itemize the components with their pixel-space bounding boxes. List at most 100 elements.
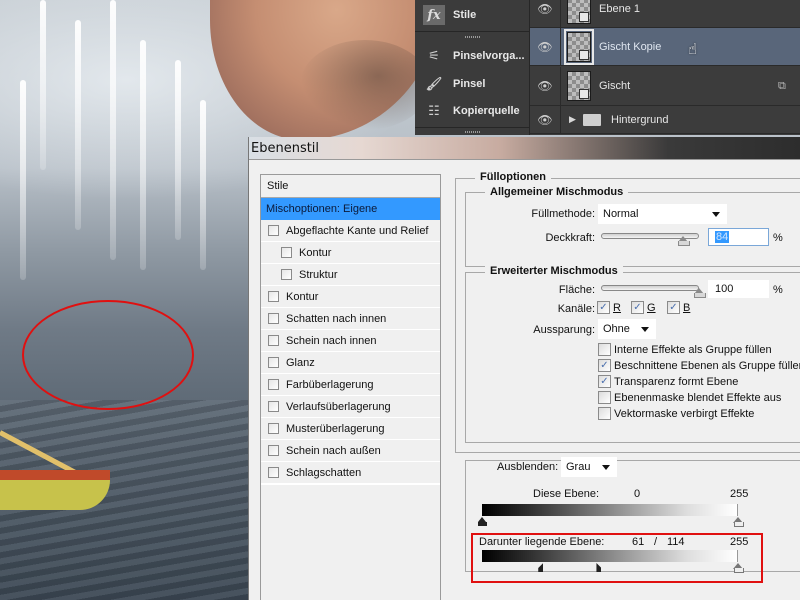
advanced-option-checkbox[interactable] <box>598 407 611 420</box>
dock-item-styles[interactable]: fx Stile <box>415 3 530 27</box>
style-checkbox[interactable] <box>281 247 292 258</box>
dialog-titlebar[interactable]: Ebenenstil <box>249 137 800 159</box>
advanced-option-label[interactable]: Vektormaske verbirgt Effekte <box>614 408 754 420</box>
style-item[interactable]: Musterüberlagerung <box>261 418 440 440</box>
boat <box>0 470 110 510</box>
style-item[interactable]: Kontur <box>261 286 440 308</box>
expand-triangle-icon[interactable]: ▶ <box>569 114 583 125</box>
style-checkbox[interactable] <box>268 335 279 346</box>
layer-row[interactable]: 👁 Gischt ⧉ <box>530 67 800 106</box>
advanced-option-label[interactable]: Beschnittene Ebenen als Gruppe füllen <box>614 360 800 372</box>
annotation-ellipse <box>22 300 194 410</box>
style-item-label: Farbüberlagerung <box>286 378 374 391</box>
advanced-blending-title: Erweiterter Mischmodus <box>485 265 623 277</box>
styles-list-header[interactable]: Stile <box>261 175 440 198</box>
style-item[interactable]: Verlaufsüberlagerung <box>261 396 440 418</box>
style-item-label: Abgeflachte Kante und Relief <box>286 224 429 237</box>
advanced-option-checkbox[interactable] <box>598 391 611 404</box>
this-layer-low: 0 <box>634 488 641 500</box>
layer-row[interactable]: 👁 Ebene 1 <box>530 0 800 28</box>
layer-name[interactable]: Gischt <box>599 80 778 92</box>
opacity-slider-thumb[interactable] <box>678 236 691 246</box>
style-checkbox[interactable] <box>268 445 279 456</box>
layer-style-dialog: Ebenenstil Stile Mischoptionen: Eigene A… <box>248 137 800 600</box>
eye-icon[interactable]: 👁 <box>530 113 560 127</box>
style-checkbox[interactable] <box>268 225 279 236</box>
style-item[interactable]: Farbüberlagerung <box>261 374 440 396</box>
style-checkbox[interactable] <box>268 357 279 368</box>
knockout-value: Ohne <box>603 323 630 335</box>
fill-input[interactable]: 100 <box>708 280 769 298</box>
water-spray <box>200 100 206 270</box>
dropdown-arrow-icon <box>602 465 610 470</box>
advanced-option-checkbox[interactable]: ✓ <box>598 375 611 388</box>
eye-icon[interactable]: 👁 <box>530 2 560 16</box>
folder-icon <box>583 113 601 126</box>
beard-shadow <box>300 40 430 130</box>
panel-grip[interactable] <box>465 131 481 133</box>
style-checkbox[interactable] <box>268 313 279 324</box>
channel-r-label[interactable]: R <box>613 302 621 314</box>
water-spray <box>20 80 26 280</box>
dock-item-brush-presets[interactable]: ⚟ Pinselvorga... <box>415 44 530 68</box>
channel-b-checkbox[interactable]: ✓ <box>667 301 680 314</box>
channel-g-label[interactable]: G <box>647 302 656 314</box>
style-checkbox[interactable] <box>268 467 279 478</box>
style-checkbox[interactable] <box>268 379 279 390</box>
layer-name[interactable]: Ebene 1 <box>599 3 800 15</box>
style-item-label: Verlaufsüberlagerung <box>286 400 391 413</box>
blend-if-label: Ausblenden: <box>493 461 558 473</box>
style-item-label: Kontur <box>286 290 319 303</box>
style-item[interactable]: Schein nach innen <box>261 330 440 352</box>
layer-thumbnail <box>564 28 594 65</box>
style-checkbox[interactable] <box>268 423 279 434</box>
fx-styles-icon: fx <box>423 5 445 25</box>
advanced-option-checkbox[interactable]: ✓ <box>598 359 611 372</box>
this-layer-black-slider[interactable] <box>478 517 487 526</box>
advanced-option-label[interactable]: Interne Effekte als Gruppe füllen <box>614 344 772 356</box>
dock-item-label: Kopierquelle <box>453 105 520 117</box>
style-checkbox[interactable] <box>268 291 279 302</box>
clone-source-icon: ☷ <box>428 103 440 118</box>
channel-r-checkbox[interactable]: ✓ <box>597 301 610 314</box>
style-item-blending-options[interactable]: Mischoptionen: Eigene <box>261 198 440 220</box>
style-checkbox[interactable] <box>268 401 279 412</box>
layer-thumbnail <box>567 0 591 24</box>
layer-name[interactable]: Hintergrund <box>611 114 800 126</box>
fill-slider-thumb[interactable] <box>694 288 706 298</box>
panel-grip[interactable] <box>465 36 481 38</box>
eye-icon[interactable]: 👁 <box>530 79 560 93</box>
dock-item-brush[interactable]: 🖌 Pinsel <box>415 72 530 96</box>
styles-header-label: Stile <box>267 180 289 192</box>
advanced-option-label[interactable]: Transparenz formt Ebene <box>614 376 738 388</box>
water-spray <box>175 60 181 240</box>
channel-b-label[interactable]: B <box>683 302 690 314</box>
underlying-layer-white-slider[interactable] <box>733 563 744 573</box>
dropdown-arrow-icon <box>641 327 649 332</box>
style-item[interactable]: Schein nach außen <box>261 440 440 462</box>
blend-if-select[interactable]: Grau <box>561 457 617 477</box>
eye-icon[interactable]: 👁 <box>530 40 560 54</box>
style-item[interactable]: Struktur <box>261 264 440 286</box>
style-item[interactable]: Kontur <box>261 242 440 264</box>
opacity-input[interactable]: 84 <box>708 228 769 246</box>
layer-row-selected[interactable]: 👁 Gischt Kopie ☝ <box>530 28 800 66</box>
style-item[interactable]: Schatten nach innen <box>261 308 440 330</box>
blend-mode-select[interactable]: Normal <box>598 204 727 224</box>
dock-item-clone-source[interactable]: ☷ Kopierquelle <box>415 99 530 123</box>
layer-name[interactable]: Gischt Kopie <box>599 41 800 53</box>
style-item[interactable]: Glanz <box>261 352 440 374</box>
layers-panel: 👁 Ebene 1 👁 Gischt Kopie ☝ 👁 Gischt ⧉ 👁 … <box>530 0 800 135</box>
advanced-option-checkbox[interactable] <box>598 343 611 356</box>
knockout-select[interactable]: Ohne <box>598 319 656 339</box>
style-item[interactable]: Schlagschatten <box>261 462 440 484</box>
fill-slider-track[interactable] <box>601 285 699 291</box>
channel-g-checkbox[interactable]: ✓ <box>631 301 644 314</box>
layer-group-row[interactable]: 👁 ▶ Hintergrund <box>530 106 800 134</box>
style-checkbox[interactable] <box>281 269 292 280</box>
dropdown-arrow-icon <box>712 212 720 217</box>
style-item[interactable]: Abgeflachte Kante und Relief <box>261 220 440 242</box>
this-layer-gradient <box>482 504 738 516</box>
this-layer-white-slider[interactable] <box>733 517 744 527</box>
advanced-option-label[interactable]: Ebenenmaske blendet Effekte aus <box>614 392 781 404</box>
